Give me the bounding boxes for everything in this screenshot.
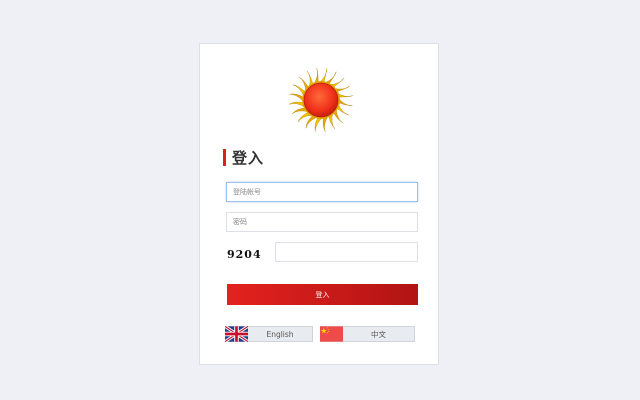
language-english-label: English (266, 329, 294, 339)
login-card: 登入 9204 登入 English 中文 (199, 43, 439, 365)
account-input[interactable] (226, 182, 418, 202)
password-input[interactable] (226, 212, 418, 232)
language-chinese-button[interactable]: 中文 (320, 325, 415, 342)
title-accent-bar (223, 148, 226, 166)
captcha-input[interactable] (275, 242, 418, 262)
language-english-button[interactable]: English (225, 325, 313, 342)
sun-ray (337, 97, 353, 106)
sun-ray (318, 68, 327, 84)
sun-ray (314, 116, 324, 132)
sun-logo-icon (289, 68, 353, 132)
login-button[interactable]: 登入 (227, 284, 418, 305)
title-block: 登入 (223, 148, 265, 167)
page-title: 登入 (232, 148, 265, 167)
sun-ray (289, 93, 305, 103)
china-flag-icon (320, 325, 343, 342)
captcha-image[interactable]: 9204 (227, 248, 262, 261)
language-chinese-label: 中文 (371, 329, 386, 339)
uk-flag-icon (225, 325, 248, 342)
